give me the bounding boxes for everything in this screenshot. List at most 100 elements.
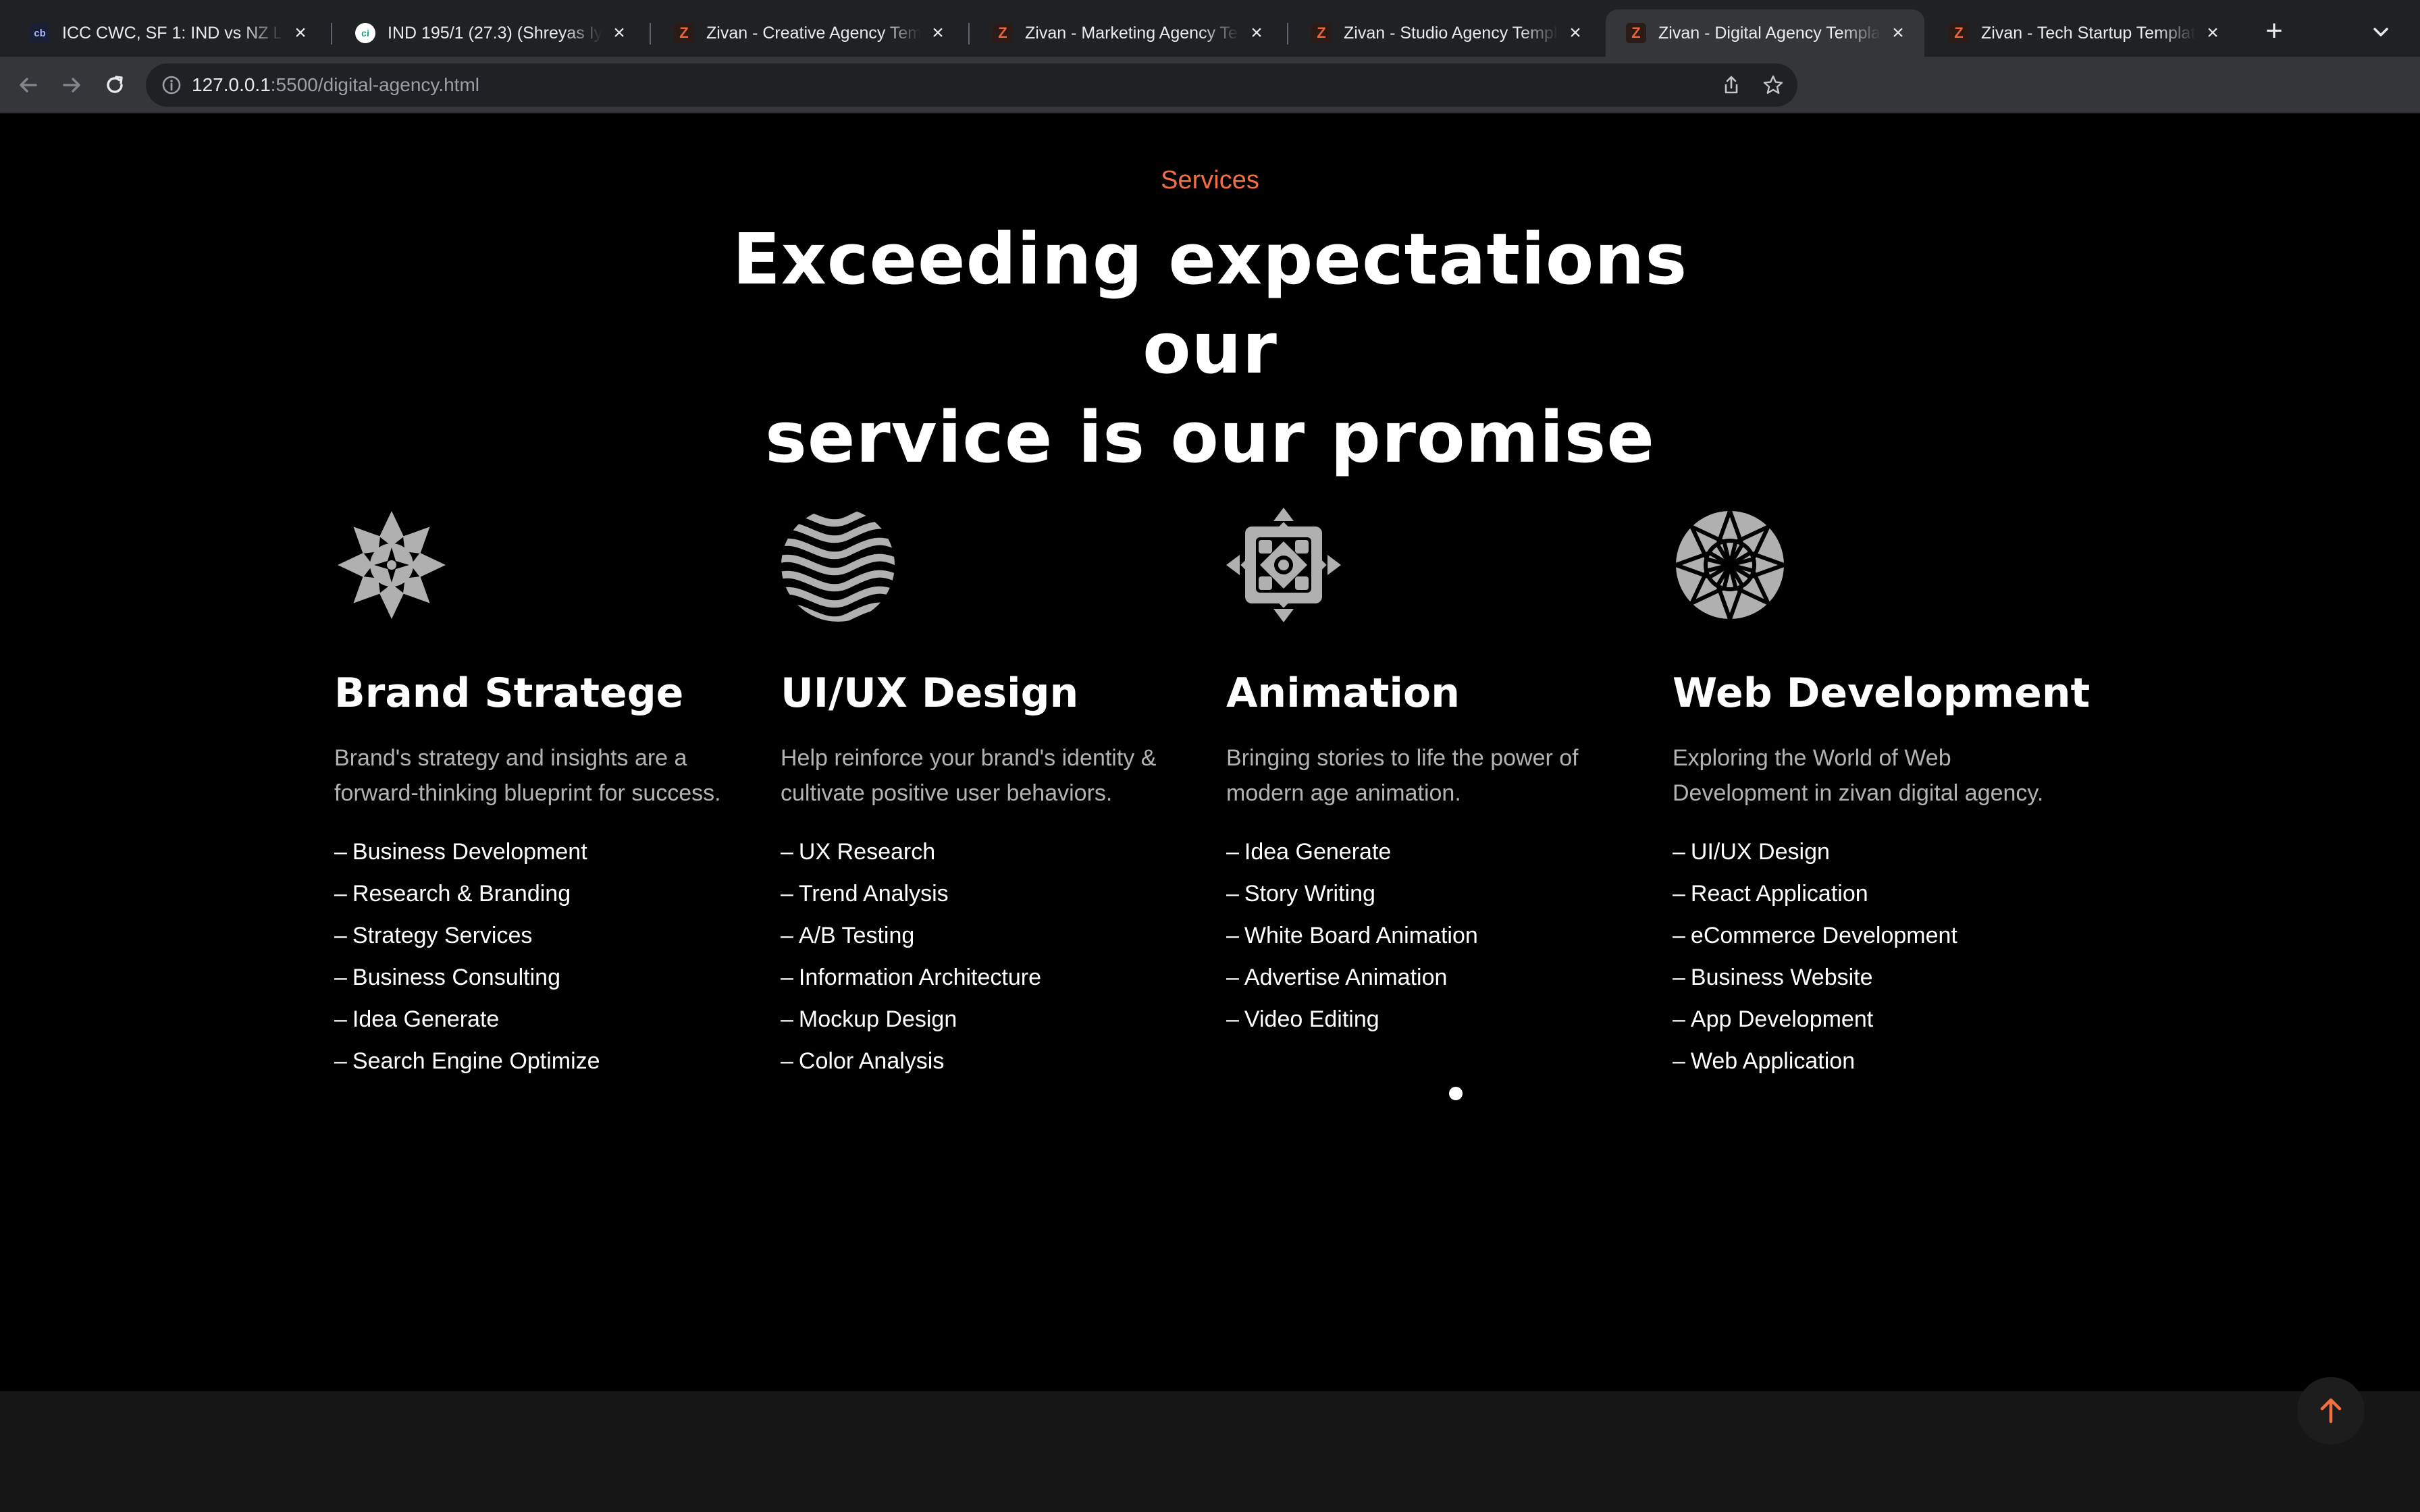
tab-title: ICC CWC, SF 1: IND vs NZ Live (62, 23, 284, 43)
arrow-right-icon (63, 78, 80, 92)
tab-title: Zivan - Creative Agency Template (706, 23, 921, 43)
tab-zivan-tech[interactable]: Z Zivan - Tech Startup Template × (1928, 9, 2239, 57)
service-description: Help reinforce your brand's identity & c… (781, 745, 1157, 806)
tab-cricbuzz[interactable]: cb ICC CWC, SF 1: IND vs NZ Live × (9, 9, 327, 57)
arrow-up-icon (2320, 1398, 2342, 1424)
url-host: 127.0.0.1 (192, 74, 271, 95)
close-icon[interactable]: × (1888, 23, 1908, 43)
zivan-icon: Z (1626, 23, 1646, 43)
star-icon[interactable] (1762, 74, 1784, 96)
close-icon[interactable]: × (2203, 23, 2223, 43)
tab-divider (650, 23, 651, 45)
back-button[interactable] (14, 70, 43, 100)
tab-zivan-marketing[interactable]: Z Zivan - Marketing Agency Template × (972, 9, 1283, 57)
service-list: – Business Development – Research & Brandi… (334, 831, 739, 1082)
tab-divider (1287, 23, 1288, 45)
wave-sphere-icon (781, 508, 895, 622)
list-item[interactable]: – Advertise Animation (1226, 956, 1631, 998)
service-card-web-development: Web Development Exploring the World of W… (1670, 505, 2090, 1082)
service-title: Web Development (1673, 670, 2090, 717)
headline-line-2: service is our promise (765, 396, 1655, 479)
list-item[interactable]: – App Development (1673, 998, 2078, 1040)
service-description: Brand's strategy and insights are a forw… (334, 745, 721, 806)
service-description: Exploring the World of Web Development i… (1673, 745, 2044, 806)
tab-divider (331, 23, 332, 45)
tab-cricinfo[interactable]: ci IND 195/1 (27.3) (Shreyas Iyer × (335, 9, 646, 57)
service-description: Bringing stories to life the power of mo… (1226, 745, 1579, 806)
list-item[interactable]: – Mockup Design (781, 998, 1186, 1040)
section-eyebrow: Services (1161, 166, 1259, 194)
list-item[interactable]: – Trend Analysis (781, 873, 1186, 915)
headline-line-1: Exceeding expectations our (732, 218, 1688, 389)
tab-zivan-creative[interactable]: Z Zivan - Creative Agency Template × (654, 9, 964, 57)
list-item[interactable]: – Idea Generate (334, 998, 739, 1040)
url-text: 127.0.0.1:5500/digital-agency.html (192, 74, 479, 96)
next-section-strip (0, 1391, 2420, 1512)
close-icon[interactable]: × (1246, 23, 1267, 43)
compass-knot-icon (1226, 508, 1341, 622)
arrow-left-icon (20, 78, 37, 92)
reload-icon (107, 76, 123, 93)
tab-title: Zivan - Tech Startup Template (1981, 23, 2196, 43)
cricinfo-icon: ci (355, 23, 375, 43)
service-title: Animation (1226, 670, 1460, 717)
service-card-uiux-design: UI/UX Design Help reinforce your brand's… (781, 508, 1186, 1082)
list-item[interactable]: – A/B Testing (781, 915, 1186, 956)
zivan-icon: Z (674, 23, 694, 43)
list-item[interactable]: – UI/UX Design (1673, 831, 2078, 873)
new-tab-button[interactable]: + (2261, 16, 2288, 47)
tab-divider (968, 23, 970, 45)
chevron-down-icon[interactable] (2369, 20, 2393, 45)
browser-toolbar: 127.0.0.1:5500/digital-agency.html 7 55 (0, 57, 2420, 158)
zivan-icon: Z (1949, 23, 1969, 43)
tab-zivan-studio[interactable]: Z Zivan - Studio Agency Template × (1291, 9, 1602, 57)
list-item[interactable]: – Web Application (1673, 1040, 2078, 1082)
list-item[interactable]: – Strategy Services (334, 915, 739, 956)
service-title: UI/UX Design (781, 670, 1079, 717)
service-card-brand-strategy: Brand Stratege Brand's strategy and insi… (334, 508, 739, 1082)
list-item[interactable]: – Research & Branding (334, 873, 739, 915)
tab-strip: cb ICC CWC, SF 1: IND vs NZ Live × ci IN… (0, 0, 2420, 57)
tab-title: Zivan - Marketing Agency Template (1025, 23, 1240, 43)
list-item[interactable]: – Search Engine Optimize (334, 1040, 739, 1082)
close-icon[interactable]: × (290, 23, 311, 43)
tab-title: Zivan - Studio Agency Template (1344, 23, 1558, 43)
service-list: – UX Research – Trend Analysis – A/B Testin… (781, 831, 1186, 1082)
close-icon[interactable]: × (609, 23, 629, 43)
cricbuzz-icon: cb (30, 23, 50, 43)
list-item[interactable]: – Information Architecture (781, 956, 1186, 998)
list-item[interactable]: – Business Website (1673, 956, 2078, 998)
forward-button[interactable] (57, 70, 86, 100)
tab-title: Zivan - Digital Agency Template (1658, 23, 1881, 43)
service-list: – Idea Generate – Story Writing – White Boa… (1226, 831, 1631, 1040)
list-item[interactable]: – Business Development (334, 831, 739, 873)
service-list: – UI/UX Design – React Application – eComme… (1673, 831, 2078, 1082)
list-item[interactable]: – Idea Generate (1226, 831, 1631, 873)
tab-title: IND 195/1 (27.3) (Shreyas Iyer (388, 23, 602, 43)
list-item[interactable]: – UX Research (781, 831, 1186, 873)
zivan-icon: Z (1311, 23, 1332, 43)
geometric-rosette-icon (1670, 505, 1790, 625)
list-item[interactable]: – Video Editing (1226, 998, 1631, 1040)
address-bar[interactable]: 127.0.0.1:5500/digital-agency.html (146, 63, 1797, 107)
share-icon[interactable] (1720, 74, 1742, 96)
list-item[interactable]: – Story Writing (1226, 873, 1631, 915)
tab-zivan-digital[interactable]: Z Zivan - Digital Agency Template × (1606, 9, 1924, 57)
list-item[interactable]: – eCommerce Development (1673, 915, 2078, 956)
close-icon[interactable]: × (1565, 23, 1585, 43)
flower-star-icon (338, 511, 446, 619)
service-card-animation: Animation Bringing stories to life the p… (1226, 508, 1631, 1040)
cursor-dot (1449, 1087, 1463, 1100)
reload-button[interactable] (100, 70, 130, 100)
url-path: :5500/digital-agency.html (270, 74, 479, 95)
service-title: Brand Stratege (334, 670, 684, 717)
zivan-icon: Z (993, 23, 1013, 43)
list-item[interactable]: – React Application (1673, 873, 2078, 915)
list-item[interactable]: – White Board Animation (1226, 915, 1631, 956)
close-icon[interactable]: × (928, 23, 948, 43)
list-item[interactable]: – Color Analysis (781, 1040, 1186, 1082)
list-item[interactable]: – Business Consulting (334, 956, 739, 998)
scroll-to-top-button[interactable] (2297, 1377, 2365, 1444)
info-icon[interactable] (161, 74, 182, 96)
section-headline: Exceeding expectations our service is ou… (670, 215, 1750, 482)
